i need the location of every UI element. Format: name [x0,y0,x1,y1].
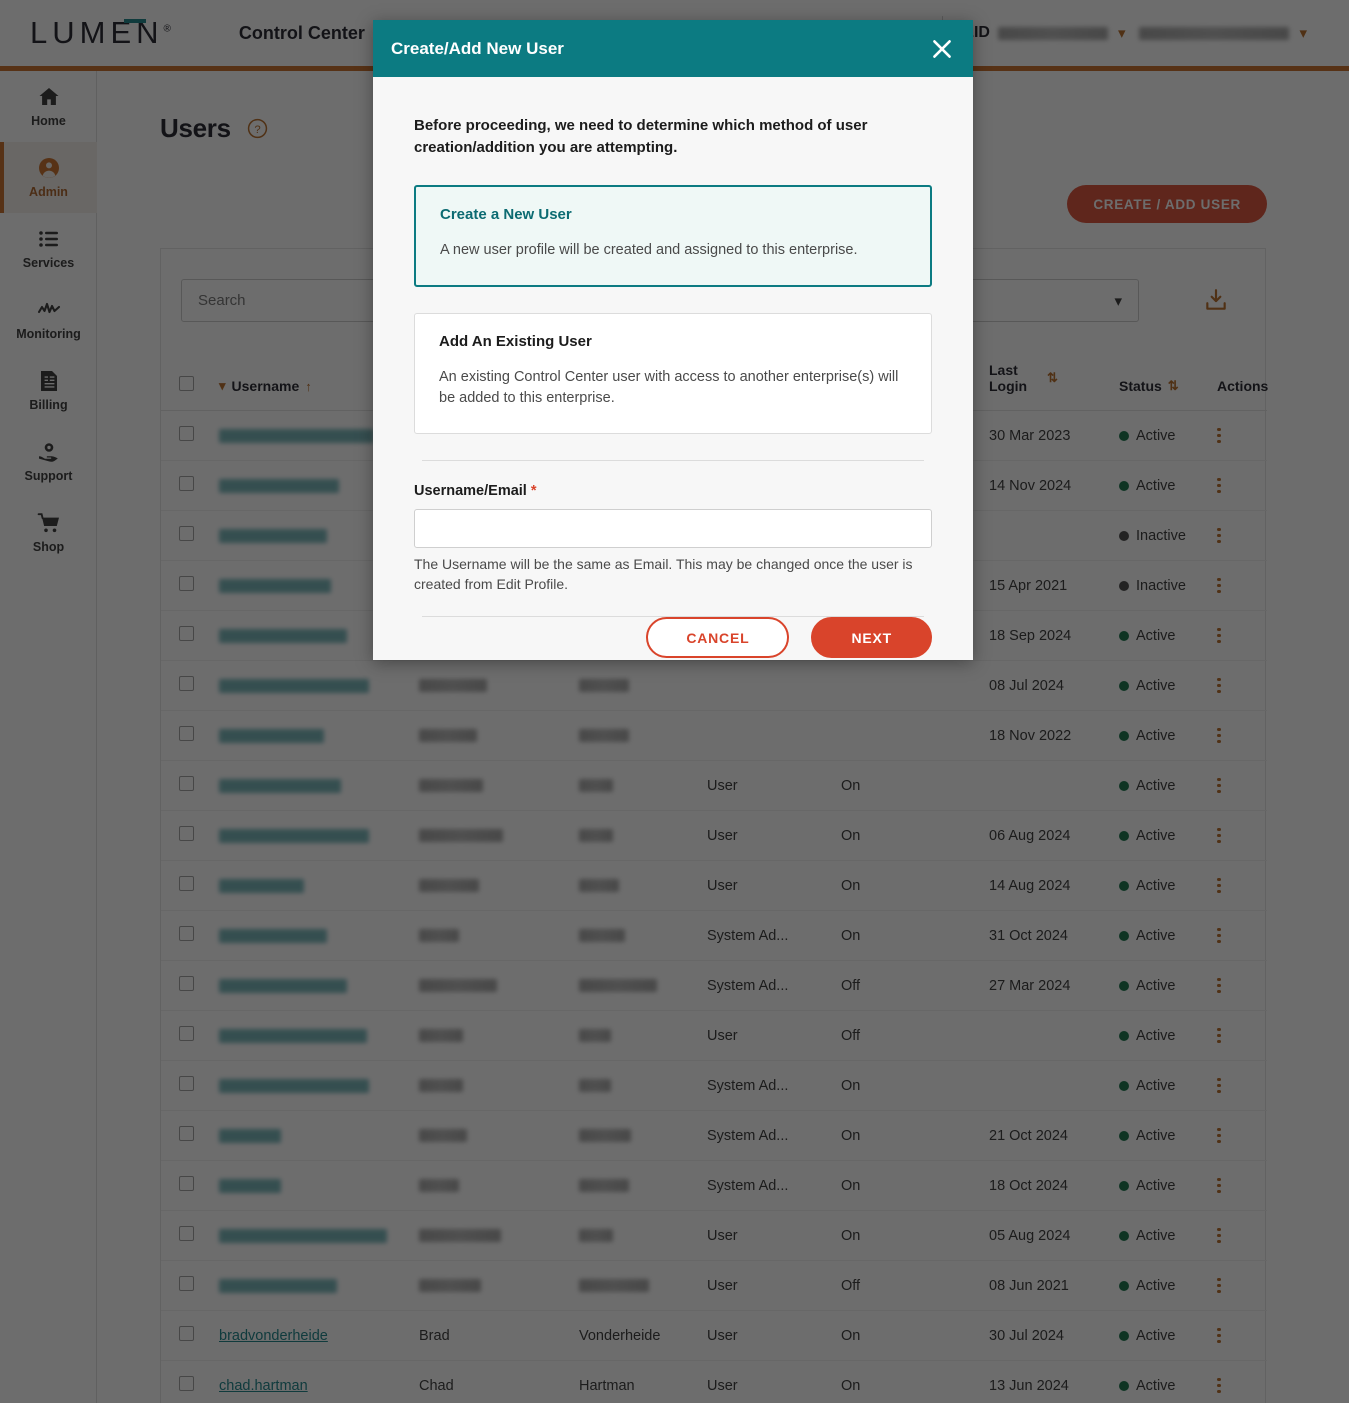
option-add-existing-user-description: An existing Control Center user with acc… [439,368,899,406]
username-email-help-text: The Username will be the same as Email. … [414,555,913,592]
username-email-label: Username/Email * [414,483,932,499]
modal-title: Create/Add New User [391,38,564,58]
next-button[interactable]: NEXT [811,617,932,659]
username-email-input[interactable] [414,508,932,548]
option-add-existing-user[interactable]: Add An Existing User An existing Control… [414,312,932,434]
modal-header: Create/Add New User [373,20,973,77]
option-create-new-user[interactable]: Create a New User A new user profile wil… [414,184,932,287]
option-add-existing-user-title: Add An Existing User [439,332,592,350]
modal-divider-top [422,459,924,461]
create-add-user-modal: Create/Add New User Before proceeding, w… [373,20,973,660]
cancel-button[interactable]: CANCEL [646,617,790,659]
modal-body: Before proceeding, we need to determine … [373,77,973,618]
modal-footer: CANCEL NEXT [373,617,973,686]
username-email-label-text: Username/Email [414,482,527,499]
modal-intro-text: Before proceeding, we need to determine … [414,117,868,156]
close-icon[interactable] [929,36,955,62]
option-create-new-user-description: A new user profile will be created and a… [440,241,858,258]
required-marker: * [530,482,537,499]
app-root: LUMEN® Control Center Contact Us EID ▾ ▾… [0,0,1349,1403]
option-create-new-user-title: Create a New User [440,205,572,223]
